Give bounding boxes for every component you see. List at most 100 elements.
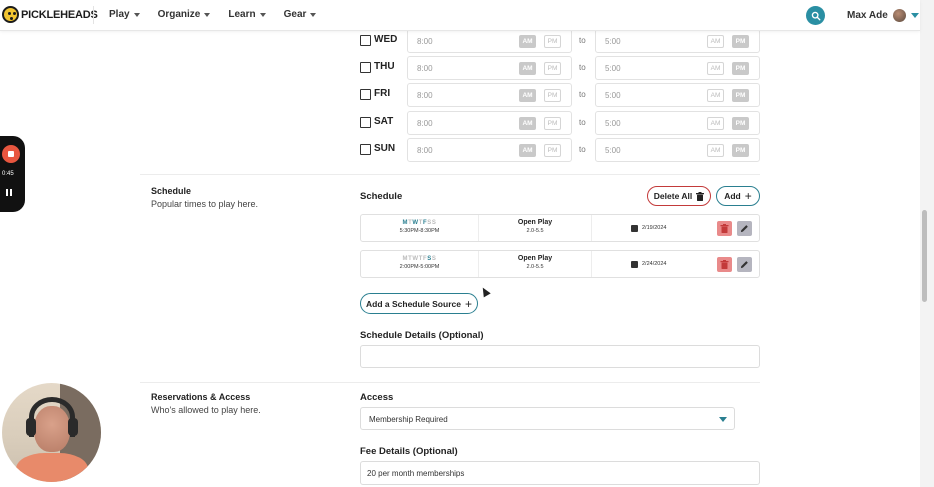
search-icon [811, 11, 820, 20]
stop-recording-button[interactable] [2, 145, 20, 163]
delete-all-button[interactable]: Delete All [647, 186, 711, 206]
am-toggle[interactable]: AM [519, 35, 536, 48]
pm-toggle[interactable]: PM [732, 62, 749, 75]
am-toggle[interactable]: AM [519, 62, 536, 75]
am-toggle[interactable]: AM [707, 144, 724, 157]
pm-toggle[interactable]: PM [544, 117, 561, 130]
pm-toggle[interactable]: PM [732, 144, 749, 157]
nav-play[interactable]: Play [109, 9, 140, 20]
main-nav: Play Organize Learn Gear [109, 9, 317, 20]
page: { "header": { "logo_text": "PICKLEHEADS"… [0, 0, 934, 487]
close-time-value: 5:00 [605, 119, 621, 128]
to-label: to [579, 90, 586, 99]
open-time-input[interactable]: 8:00 AM PM [407, 29, 572, 53]
close-time-value: 5:00 [605, 64, 621, 73]
webcam-overlay [2, 383, 101, 482]
delete-entry-button[interactable] [717, 221, 732, 236]
hours-row-sun: SUN 8:00 AM PM to 5:00 AM PM [360, 138, 760, 162]
nav-gear[interactable]: Gear [284, 9, 317, 20]
schedule-details-input[interactable] [360, 345, 760, 368]
pm-toggle[interactable]: PM [732, 89, 749, 102]
access-select-value: Membership Required [369, 415, 448, 424]
day-label: THU [374, 61, 395, 72]
day-checkbox[interactable] [360, 144, 371, 155]
chevron-down-icon [910, 13, 919, 18]
delete-entry-button[interactable] [717, 257, 732, 272]
access-section-title: Reservations & Access [151, 392, 251, 402]
pm-toggle[interactable]: PM [544, 62, 561, 75]
to-label: to [579, 63, 586, 72]
pause-icon[interactable] [6, 189, 12, 196]
pm-toggle[interactable]: PM [732, 117, 749, 130]
nav-organize[interactable]: Organize [158, 9, 211, 20]
open-time-input[interactable]: 8:00 AM PM [407, 111, 572, 135]
pm-toggle[interactable]: PM [544, 89, 561, 102]
open-time-input[interactable]: 8:00 AM PM [407, 138, 572, 162]
day-label: SAT [374, 116, 394, 127]
close-time-input[interactable]: 5:00 AM PM [595, 111, 760, 135]
headphone-ear-left [26, 418, 36, 436]
to-label: to [579, 118, 586, 127]
close-time-input[interactable]: 5:00 AM PM [595, 83, 760, 107]
schedule-date-cell: 2/24/2024 [591, 251, 711, 277]
am-toggle[interactable]: AM [707, 62, 724, 75]
am-toggle[interactable]: AM [707, 89, 724, 102]
am-toggle[interactable]: AM [707, 117, 724, 130]
am-toggle[interactable]: AM [519, 89, 536, 102]
open-time-input[interactable]: 8:00 AM PM [407, 83, 572, 107]
close-time-input[interactable]: 5:00 AM PM [595, 56, 760, 80]
day-label: SUN [374, 143, 396, 154]
add-label: Add [724, 191, 741, 201]
nav-learn[interactable]: Learn [228, 9, 266, 20]
schedule-date: 2/19/2024 [642, 225, 667, 231]
day-checkbox[interactable] [360, 117, 371, 128]
day-checkbox[interactable] [360, 35, 371, 46]
day-checkbox[interactable] [360, 89, 371, 100]
close-time-input[interactable]: 5:00 AM PM [595, 138, 760, 162]
access-select[interactable]: Membership Required [360, 407, 735, 430]
day-checkbox[interactable] [360, 62, 371, 73]
fee-details-label: Fee Details (Optional) [360, 446, 458, 457]
edit-entry-button[interactable] [737, 221, 752, 236]
user-menu[interactable]: Max Ade [847, 9, 919, 22]
top-navbar: PICKLEHEADS Play Organize Learn Gear Max… [0, 0, 920, 31]
close-time-input[interactable]: 5:00 AM PM [595, 29, 760, 53]
schedule-details-label: Schedule Details (Optional) [360, 330, 484, 341]
recording-time: 0:45 [2, 171, 14, 177]
chevron-down-icon [310, 12, 317, 17]
chevron-down-icon [719, 417, 727, 422]
day-label: WED [374, 34, 398, 45]
scrollbar-thumb[interactable] [922, 210, 927, 302]
open-time-value: 8:00 [417, 64, 433, 73]
nav-play-label: Play [109, 9, 130, 20]
nav-gear-label: Gear [283, 9, 307, 20]
pm-toggle[interactable]: PM [732, 35, 749, 48]
schedule-days-cell: MTWTFSS 5:30PM-8:30PM [361, 215, 478, 241]
schedule-section-subtitle: Popular times to play here. [151, 199, 259, 209]
pm-toggle[interactable]: PM [544, 144, 561, 157]
section-divider [140, 382, 760, 383]
schedule-days-cell: MTWTFSS 2:00PM-5:00PM [361, 251, 478, 277]
plus-icon: + [464, 296, 472, 311]
chevron-down-icon [259, 12, 266, 17]
fee-details-input[interactable]: 20 per month memberships [360, 461, 760, 485]
mouse-cursor [479, 285, 491, 298]
to-label: to [579, 36, 586, 45]
skill-range: 2.0-5.5 [526, 264, 544, 270]
add-schedule-source-button[interactable]: Add a Schedule Source + [360, 293, 478, 314]
search-button[interactable] [806, 6, 825, 25]
schedule-times: 5:30PM-8:30PM [399, 228, 440, 234]
open-time-input[interactable]: 8:00 AM PM [407, 56, 572, 80]
add-schedule-button[interactable]: Add + [716, 186, 760, 206]
pm-toggle[interactable]: PM [544, 35, 561, 48]
open-time-value: 8:00 [417, 119, 433, 128]
access-section-subtitle: Who's allowed to play here. [151, 405, 261, 415]
am-toggle[interactable]: AM [707, 35, 724, 48]
am-toggle[interactable]: AM [519, 144, 536, 157]
edit-entry-button[interactable] [737, 257, 752, 272]
am-toggle[interactable]: AM [519, 117, 536, 130]
pickleheads-logo[interactable]: PICKLEHEADS [2, 6, 98, 23]
trash-icon [720, 224, 729, 233]
close-time-value: 5:00 [605, 146, 621, 155]
section-divider [140, 174, 760, 175]
